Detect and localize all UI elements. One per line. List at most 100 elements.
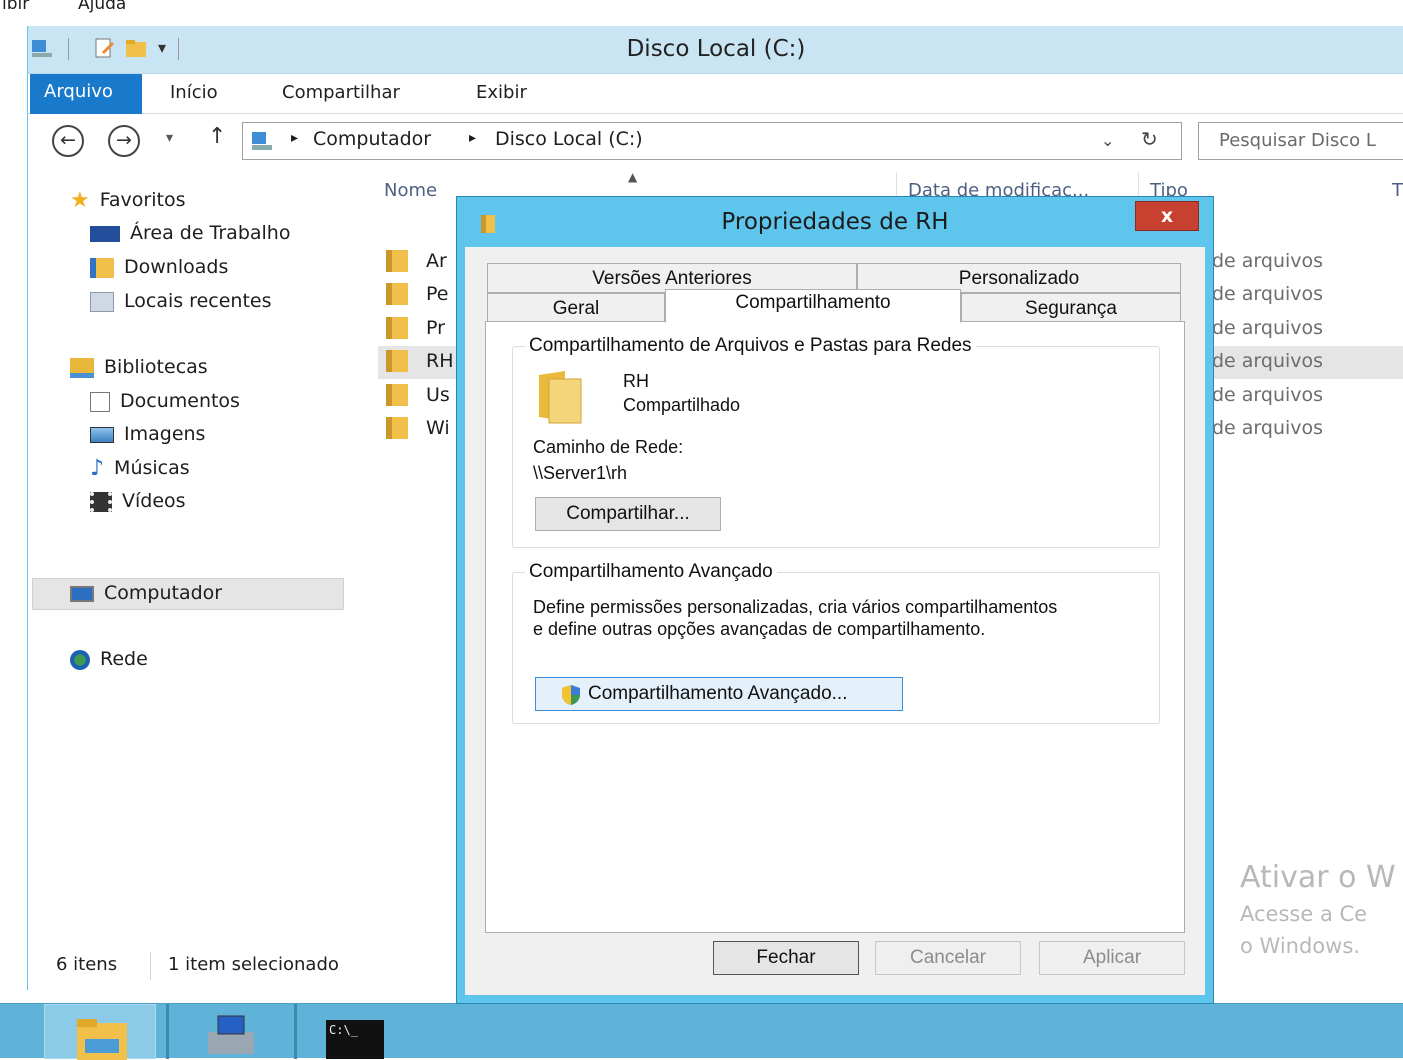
status-item-count: 6 itens bbox=[56, 954, 118, 975]
recent-places-icon bbox=[90, 291, 114, 312]
nav-downloads[interactable]: Downloads bbox=[90, 256, 228, 278]
folder-icon bbox=[386, 350, 408, 372]
folder-name: RH bbox=[623, 371, 649, 391]
file-type: de arquivos bbox=[1212, 417, 1324, 439]
ribbon-tabs: Arquivo Início Compartilhar Exibir bbox=[28, 74, 1403, 114]
share-button[interactable]: Compartilhar... bbox=[535, 497, 721, 531]
file-type: de arquivos bbox=[1212, 250, 1324, 272]
file-name: RH bbox=[426, 350, 454, 372]
properties-dialog: Propriedades de RH x Versões Anteriores … bbox=[456, 196, 1214, 1004]
desktop-icon bbox=[90, 225, 120, 242]
advanced-sharing-button-label: Compartilhamento Avançado... bbox=[588, 683, 848, 704]
shared-folder-icon bbox=[539, 371, 582, 424]
watermark-line-2: Acesse a Ce bbox=[1240, 902, 1368, 926]
recent-locations-icon[interactable]: ▾ bbox=[166, 130, 173, 146]
close-button[interactable]: x bbox=[1135, 201, 1199, 231]
status-selected: 1 item selecionado bbox=[168, 954, 339, 975]
sort-arrow-icon: ▲ bbox=[628, 170, 638, 184]
command-prompt-icon: C:\_ bbox=[326, 1020, 384, 1059]
uac-shield-icon bbox=[562, 685, 580, 705]
breadcrumb-separator-icon: ▸ bbox=[469, 130, 477, 146]
close-dialog-button[interactable]: Fechar bbox=[713, 941, 859, 975]
nav-computador[interactable]: Computador bbox=[70, 582, 222, 604]
file-name: Wi bbox=[426, 417, 450, 439]
taskbar-cmd-button[interactable]: C:\_ bbox=[304, 1004, 416, 1059]
network-path-label: Caminho de Rede: bbox=[533, 437, 684, 457]
advanced-sharing-group-label: Compartilhamento Avançado bbox=[525, 561, 777, 583]
file-name: Pr bbox=[426, 317, 445, 339]
menu-item-exibir[interactable]: ibir bbox=[2, 0, 29, 14]
breadcrumb-disco-local[interactable]: Disco Local (C:) bbox=[495, 128, 643, 150]
address-bar[interactable]: ▸ Computador ▸ Disco Local (C:) ⌄ ↻ bbox=[242, 122, 1182, 160]
advanced-description-line1: Define permissões personalizadas, cria v… bbox=[533, 597, 1058, 617]
network-path-value: \\Server1\rh bbox=[533, 463, 628, 483]
file-type: de arquivos bbox=[1212, 283, 1324, 305]
tab-exibir[interactable]: Exibir bbox=[476, 82, 527, 103]
address-dropdown-icon[interactable]: ⌄ bbox=[1101, 131, 1114, 150]
apply-button[interactable]: Aplicar bbox=[1039, 941, 1185, 975]
folder-icon bbox=[386, 283, 408, 305]
menu-item-ajuda[interactable]: Ajuda bbox=[78, 0, 126, 14]
folder-icon bbox=[386, 384, 408, 406]
taskbar-explorer-button[interactable] bbox=[44, 1004, 156, 1060]
divider bbox=[166, 1004, 169, 1059]
breadcrumb-separator-icon: ▸ bbox=[291, 130, 299, 146]
divider bbox=[150, 952, 151, 980]
file-name: Ar bbox=[426, 250, 447, 272]
nav-locais-recentes[interactable]: Locais recentes bbox=[90, 290, 271, 312]
folder-icon bbox=[386, 417, 408, 439]
nav-documentos[interactable]: Documentos bbox=[90, 390, 240, 412]
breadcrumb-computador[interactable]: Computador bbox=[313, 128, 431, 150]
navigation-pane: ★ Favoritos Área de Trabalho Downloads Lo… bbox=[28, 170, 348, 950]
taskbar-server-manager-button[interactable] bbox=[176, 1004, 288, 1059]
nav-favoritos[interactable]: ★ Favoritos bbox=[70, 188, 186, 213]
folder-icon bbox=[386, 250, 408, 272]
search-input[interactable]: Pesquisar Disco L bbox=[1198, 122, 1403, 160]
back-button[interactable]: ← bbox=[52, 125, 84, 157]
nav-videos[interactable]: Vídeos bbox=[90, 490, 186, 512]
file-explorer-icon bbox=[77, 1019, 127, 1060]
watermark-line-3: o Windows. bbox=[1240, 934, 1360, 958]
nav-rede[interactable]: Rede bbox=[70, 648, 148, 670]
top-menu-bar: ibir Ajuda bbox=[0, 0, 1403, 22]
forward-button[interactable]: → bbox=[108, 125, 140, 157]
folder-share-status: Compartilhado bbox=[623, 395, 741, 415]
file-type: de arquivos bbox=[1212, 350, 1324, 372]
file-name: Pe bbox=[426, 283, 449, 305]
nav-musicas[interactable]: ♪ Músicas bbox=[90, 456, 190, 481]
downloads-icon bbox=[90, 257, 114, 278]
advanced-sharing-group: Compartilhamento Avançado Define permiss… bbox=[512, 561, 1160, 724]
network-sharing-group-label: Compartilhamento de Arquivos e Pastas pa… bbox=[525, 335, 976, 357]
dialog-body: Versões Anteriores Personalizado Geral S… bbox=[465, 247, 1205, 995]
folder-icon bbox=[386, 317, 408, 339]
tab-seguranca[interactable]: Segurança bbox=[961, 293, 1181, 323]
nav-bibliotecas[interactable]: Bibliotecas bbox=[70, 356, 208, 378]
taskbar: C:\_ bbox=[0, 1003, 1403, 1060]
video-icon bbox=[90, 491, 112, 512]
up-arrow-icon[interactable]: ↑ bbox=[208, 124, 226, 149]
tab-geral[interactable]: Geral bbox=[487, 293, 665, 323]
file-type: de arquivos bbox=[1212, 317, 1324, 339]
title-bar: ▾ Disco Local (C:) bbox=[28, 26, 1403, 74]
column-header-nome[interactable]: Nome bbox=[384, 180, 437, 201]
status-bar: 6 itens 1 item selecionado bbox=[28, 946, 468, 990]
music-icon: ♪ bbox=[90, 456, 105, 481]
tab-compartilhar[interactable]: Compartilhar bbox=[282, 82, 400, 103]
watermark-line-1: Ativar o W bbox=[1240, 860, 1396, 895]
server-manager-icon bbox=[208, 1015, 254, 1054]
advanced-sharing-button[interactable]: Compartilhamento Avançado... bbox=[535, 677, 903, 711]
nav-area-de-trabalho[interactable]: Área de Trabalho bbox=[90, 222, 290, 244]
advanced-description-line2: e define outras opções avançadas de comp… bbox=[533, 619, 986, 639]
tab-arquivo[interactable]: Arquivo bbox=[30, 74, 142, 114]
column-header-tamanho[interactable]: T bbox=[1392, 180, 1403, 201]
network-icon bbox=[70, 649, 90, 670]
nav-imagens[interactable]: Imagens bbox=[90, 423, 205, 445]
close-icon: x bbox=[1160, 205, 1174, 227]
tab-inicio[interactable]: Início bbox=[170, 82, 218, 103]
refresh-icon[interactable]: ↻ bbox=[1141, 127, 1158, 151]
tab-compartilhamento[interactable]: Compartilhamento bbox=[665, 289, 961, 323]
dialog-title: Propriedades de RH bbox=[721, 209, 949, 235]
tab-panel-compartilhamento: Compartilhamento de Arquivos e Pastas pa… bbox=[485, 321, 1185, 933]
divider bbox=[294, 1004, 297, 1059]
cancel-button[interactable]: Cancelar bbox=[875, 941, 1021, 975]
